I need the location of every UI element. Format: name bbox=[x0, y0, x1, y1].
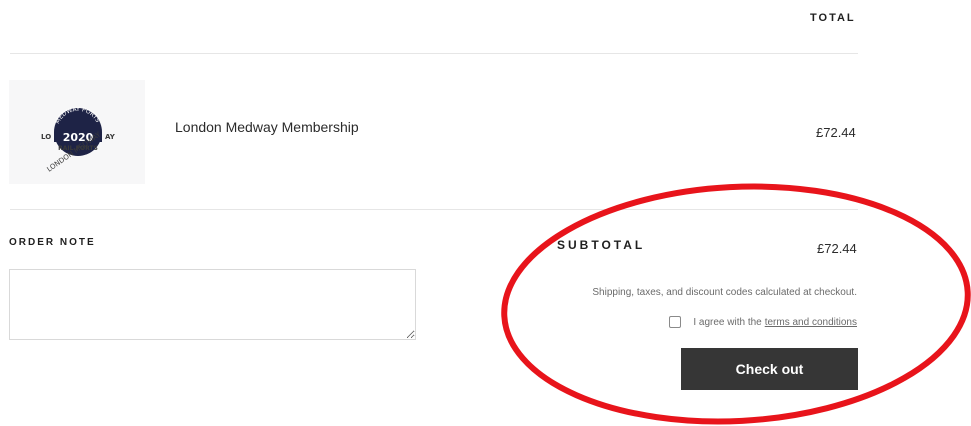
order-note-field[interactable] bbox=[9, 269, 416, 340]
badge-left-text: LO bbox=[41, 133, 51, 141]
terms-agreement-text: I agree with the terms and conditions bbox=[693, 317, 857, 328]
total-column-header: TOTAL bbox=[810, 12, 856, 24]
agree-prefix: I agree with the bbox=[693, 316, 762, 328]
medway-badge-logo: MEDWAY PORTS 2020 LO AY RAIL PORTS LONDO… bbox=[41, 106, 116, 174]
cart-page: TOTAL MEDWAY PORTS 2020 LO AY RAIL PORTS… bbox=[0, 0, 971, 426]
subtotal-label: SUBTOTAL bbox=[557, 238, 646, 252]
order-note-label: ORDER NOTE bbox=[9, 237, 96, 248]
shipping-note: Shipping, taxes, and discount codes calc… bbox=[592, 287, 857, 298]
checkout-button[interactable]: Check out bbox=[681, 348, 858, 390]
badge-right-text: AY bbox=[105, 133, 116, 141]
subtotal-value: £72.44 bbox=[817, 241, 857, 256]
product-name[interactable]: London Medway Membership bbox=[175, 119, 359, 135]
divider-middle bbox=[10, 209, 858, 210]
terms-link[interactable]: terms and conditions bbox=[765, 317, 857, 328]
product-price: £72.44 bbox=[816, 125, 856, 140]
divider-top bbox=[10, 53, 858, 54]
terms-checkbox[interactable] bbox=[669, 316, 682, 328]
product-thumbnail[interactable]: MEDWAY PORTS 2020 LO AY RAIL PORTS LONDO… bbox=[9, 80, 145, 184]
terms-agreement: I agree with the terms and conditions bbox=[600, 316, 857, 328]
